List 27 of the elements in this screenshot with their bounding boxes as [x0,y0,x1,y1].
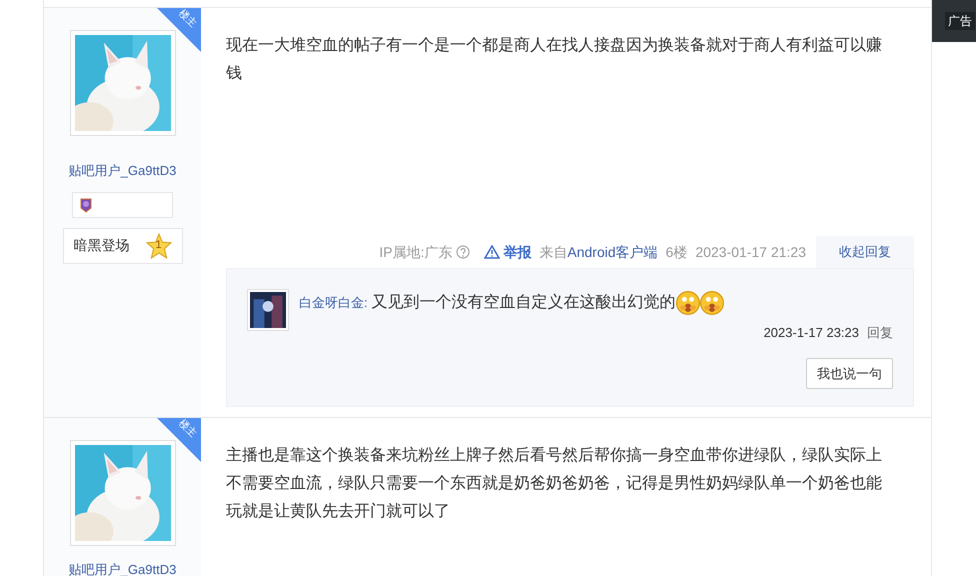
level-icon [79,196,93,212]
comment-button[interactable]: 我也说一句 [806,358,893,389]
reply-time: 2023-1-17 23:23 [764,324,859,342]
floor-number: 6楼 [666,242,688,262]
username[interactable]: 贴吧用户_Ga9ttD3 [68,161,176,180]
reply-username[interactable]: 白金呀白金: [299,292,368,312]
client-source: 来自Android客户端 [539,242,658,262]
reply-link[interactable]: 回复 [867,322,893,342]
owner-badge-label: 楼主 [176,418,198,440]
ad-banner[interactable]: 广告 [932,0,976,42]
owner-badge-label: 楼主 [176,8,198,30]
emoji-icon [700,290,724,314]
ad-label: 广告 [945,12,975,30]
title-name: 暗黑登场 [74,236,130,255]
warning-icon [484,245,500,259]
star-badge: 1 [146,232,172,258]
ip-location: IP属地:广东 [379,242,452,262]
post-content: 主播也是靠这个换装备来坑粉丝上牌子然后看号然后帮你搞一身空血带你进绿队，绿队实际上不需要空血流，绿队只需要一个东西就是奶爸奶爸奶爸，记得是男性奶妈绿队单一个奶爸也能玩就是让黄队先去开门就可以了 [226,446,883,522]
collapse-replies-tab[interactable]: 收起回复 [816,236,914,268]
post-time: 2023-01-17 21:23 [695,242,806,262]
reply-text: 又见到一个没有空血自定义在这酸出幻觉的 [372,292,676,312]
help-icon[interactable] [456,245,470,259]
post-content: 现在一大堆空血的帖子有一个是一个都是商人在找人接盘因为换装备就对于商人有利益可以赚钱 [226,36,883,84]
owner-badge [157,8,201,52]
emoji-icon [676,290,700,314]
report-link[interactable]: 举报 [484,242,532,262]
reply-avatar[interactable] [247,288,289,330]
